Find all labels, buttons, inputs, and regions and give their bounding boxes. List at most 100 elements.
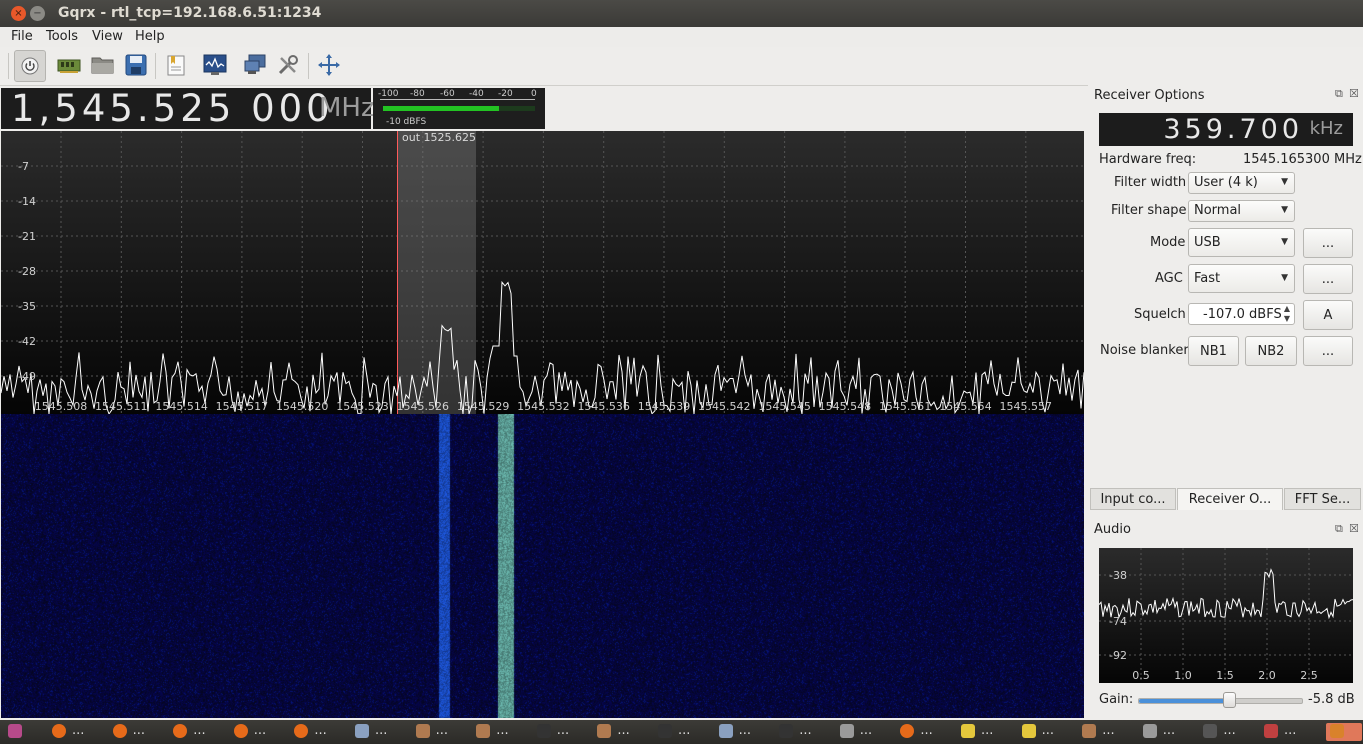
device-icon[interactable] <box>54 50 84 80</box>
frequency-display[interactable]: 1,545.525 000 MHz <box>1 88 375 129</box>
taskbar-editor-window[interactable]: ... <box>1139 723 1197 741</box>
nb1-button[interactable]: NB1 <box>1188 336 1239 366</box>
taskbar-label: ... <box>678 723 691 738</box>
dock-close-icon[interactable]: ☒ <box>1349 87 1359 100</box>
gqrx-icon <box>1330 724 1344 738</box>
taskbar-firefox-window[interactable]: ... <box>896 723 954 741</box>
taskbar-label: ... <box>1102 723 1115 738</box>
firefox-icon <box>52 724 66 738</box>
frequency-value[interactable]: 1,545.525 000 <box>11 88 334 129</box>
firefox-icon <box>233 724 248 738</box>
x-tick-label: 1545.542 <box>698 400 751 413</box>
x-tick-label: 1545.551 <box>879 400 932 413</box>
y-tick-label: -42 <box>18 335 36 348</box>
squelch-value: -107.0 dBFS <box>1203 307 1282 322</box>
network-icon[interactable] <box>240 50 270 80</box>
gain-slider-handle[interactable] <box>1223 692 1237 708</box>
taskbar-terminal-window[interactable]: ... <box>654 723 712 741</box>
menu-view[interactable]: View <box>92 29 123 44</box>
files-icon <box>1082 724 1097 738</box>
filter-label: out 1525.625 <box>402 131 476 144</box>
settings-icon[interactable] <box>273 50 303 80</box>
nb2-button[interactable]: NB2 <box>1245 336 1297 366</box>
editor-icon <box>839 724 854 738</box>
minimize-window-button[interactable]: − <box>30 6 45 21</box>
receiver-offset-value[interactable]: 359.700 <box>1163 113 1303 146</box>
x-tick-label: 1545.536 <box>577 400 630 413</box>
taskbar-firefox-window[interactable]: ... <box>290 723 348 741</box>
meter-bar <box>383 106 499 111</box>
save-icon[interactable] <box>121 50 151 80</box>
meter-tick: -20 <box>498 89 513 99</box>
spin-arrows-icon[interactable]: ▲ ▼ <box>1284 304 1290 324</box>
taskbar-files-window[interactable]: ... <box>1078 723 1136 741</box>
taskbar-firefox-window[interactable]: ... <box>230 723 288 741</box>
taskbar-label: ... <box>981 723 994 738</box>
taskbar-terminal-window[interactable]: ... <box>533 723 591 741</box>
receiver-offset-display[interactable]: 359.700 kHz <box>1099 113 1353 146</box>
open-icon[interactable] <box>88 50 118 80</box>
gain-label: Gain: <box>1099 692 1134 707</box>
power-icon[interactable] <box>14 50 46 82</box>
taskbar-firefox-window[interactable]: ... <box>48 723 106 741</box>
audio-fft-plot[interactable]: -38 -74 -92 0.5 1.0 1.5 2.0 2.5 <box>1099 548 1353 683</box>
gain-slider-track[interactable] <box>1138 698 1303 704</box>
taskbar-label: ... <box>556 723 570 738</box>
menu-tools[interactable]: Tools <box>46 29 78 44</box>
spectrum-plot[interactable]: out 1525.625 -7 -14 -21 -28 -35 -42 -49 1545.5… <box>1 131 1084 414</box>
menu-help[interactable]: Help <box>135 29 165 44</box>
menu-file[interactable]: File <box>11 29 33 44</box>
bookmark-icon[interactable] <box>161 50 191 80</box>
y-tick-label: -21 <box>18 230 36 243</box>
taskbar-files-window[interactable]: ... <box>472 723 530 741</box>
mode-options-button[interactable]: ... <box>1303 228 1353 258</box>
dock-close-icon[interactable]: ☒ <box>1349 522 1359 535</box>
meter-tick: 0 <box>531 89 537 99</box>
nb-options-button[interactable]: ... <box>1303 336 1353 366</box>
taskbar-label: ... <box>738 723 751 738</box>
taskbar-files-window[interactable]: ... <box>593 723 651 741</box>
taskbar-label: ... <box>496 723 509 738</box>
dock-float-icon[interactable]: ⧉ <box>1335 87 1343 101</box>
taskbar-notes-window[interactable]: ... <box>1018 723 1076 741</box>
filter-passband[interactable] <box>397 131 476 414</box>
waterfall-display[interactable] <box>1 414 1084 718</box>
taskbar-firefox-window[interactable]: ... <box>109 723 167 741</box>
squelch-spinbox[interactable]: -107.0 dBFS ▲ ▼ <box>1188 303 1295 325</box>
taskbar-editor-window[interactable]: ... <box>836 723 894 741</box>
monitor-icon <box>1203 724 1218 738</box>
chevron-down-icon: ▼ <box>1281 177 1288 187</box>
spectrum-icon[interactable] <box>200 50 230 80</box>
taskbar-label: ... <box>920 723 933 738</box>
taskbar-label: ... <box>799 723 812 738</box>
workspace-icon[interactable] <box>4 723 26 741</box>
taskbar-monitor-window[interactable]: ... <box>1199 723 1257 741</box>
taskbar-gqrx-window[interactable] <box>1326 723 1362 741</box>
filter-width-select[interactable]: User (4 k) ▼ <box>1188 172 1295 194</box>
taskbar-files-window[interactable]: ... <box>412 723 470 741</box>
meter-track <box>383 106 535 111</box>
taskbar-firefox-window[interactable]: ... <box>169 723 227 741</box>
taskbar-notes-window[interactable]: ... <box>957 723 1015 741</box>
taskbar-network-window[interactable]: ... <box>351 723 409 741</box>
taskbar-label: ... <box>193 723 206 738</box>
agc-select[interactable]: Fast ▼ <box>1188 264 1295 293</box>
filter-shape-select[interactable]: Normal ▼ <box>1188 200 1295 222</box>
fullscreen-icon[interactable] <box>314 50 344 80</box>
tab-receiver-options[interactable]: Receiver O... <box>1177 488 1283 510</box>
audio-y-tick: -74 <box>1109 615 1127 628</box>
agc-options-button[interactable]: ... <box>1303 264 1353 294</box>
terminal-icon <box>536 724 551 738</box>
hardware-freq-label: Hardware freq: <box>1099 152 1197 167</box>
filter-width-label: Filter width <box>1114 175 1187 190</box>
taskbar-terminal-window[interactable]: ... <box>775 723 833 741</box>
chevron-down-icon: ▼ <box>1281 237 1288 247</box>
dock-float-icon[interactable]: ⧉ <box>1335 522 1343 536</box>
tab-input-controls[interactable]: Input co... <box>1090 488 1176 510</box>
taskbar-tool-window[interactable]: ... <box>1260 723 1318 741</box>
close-window-button[interactable]: × <box>11 6 26 21</box>
taskbar-network-window[interactable]: ... <box>715 723 773 741</box>
tab-fft-settings[interactable]: FFT Se... <box>1284 488 1361 510</box>
mode-select[interactable]: USB ▼ <box>1188 228 1295 257</box>
squelch-auto-button[interactable]: A <box>1303 300 1353 330</box>
